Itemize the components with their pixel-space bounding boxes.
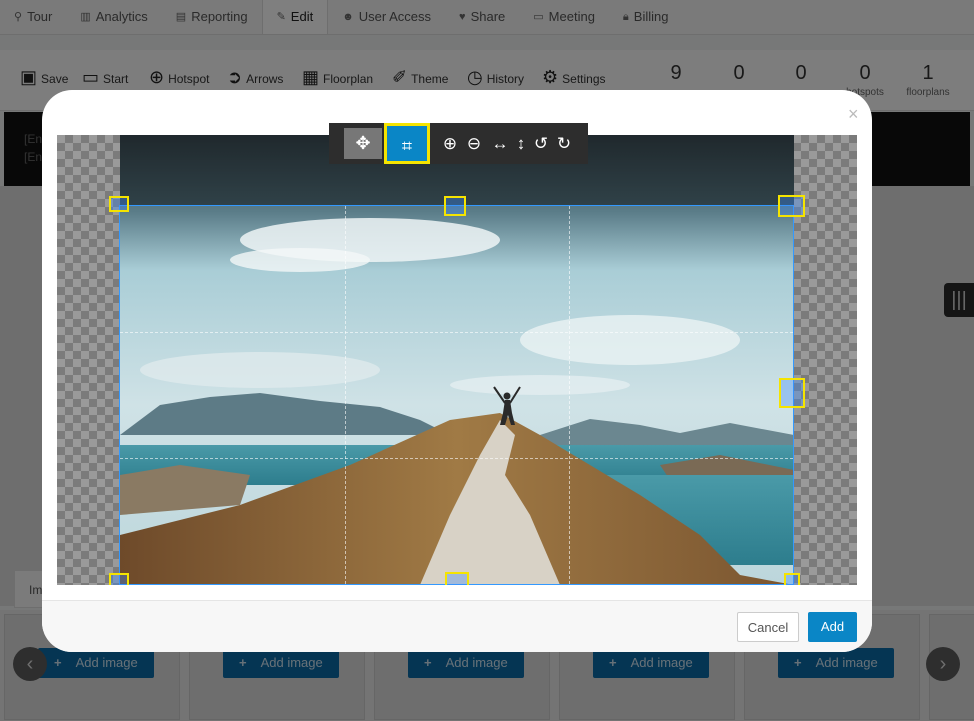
move-mode-button[interactable]: ✥ — [344, 128, 382, 159]
rotate-left-icon: ↺ — [533, 134, 549, 153]
zoom-in-icon: ⊕ — [442, 134, 458, 153]
crop-handle-top-left[interactable] — [109, 196, 129, 212]
crop-handle-top-right[interactable] — [778, 195, 805, 217]
flip-vertical-icon: ↕ — [516, 134, 526, 153]
flip-horizontal-button[interactable]: ↔ — [489, 128, 511, 159]
crop-guide-line — [345, 206, 346, 584]
crop-image-modal: × ✥ ⌗ ⊕ ⊖ ↔ ↕ ↺ ↻ Cancel Add — [42, 90, 872, 652]
flip-vertical-button[interactable]: ↕ — [510, 128, 532, 159]
crop-mode-button[interactable]: ⌗ — [384, 123, 430, 164]
flip-horizontal-icon: ↔ — [491, 134, 509, 153]
crop-guide-line — [120, 458, 793, 459]
crop-selection-box[interactable] — [119, 205, 794, 585]
add-button[interactable]: Add — [808, 612, 857, 642]
crop-handle-top[interactable] — [444, 196, 466, 216]
rotate-left-button[interactable]: ↺ — [530, 128, 552, 159]
crop-guide-line — [120, 332, 793, 333]
move-icon: ✥ — [355, 133, 371, 153]
crop-canvas[interactable] — [57, 135, 857, 585]
modal-footer: Cancel Add — [42, 600, 872, 652]
rotate-right-icon: ↻ — [556, 134, 572, 153]
crop-handle-bottom[interactable] — [445, 572, 469, 585]
cancel-button[interactable]: Cancel — [737, 612, 799, 642]
crop-handle-bottom-right[interactable] — [784, 573, 800, 585]
zoom-out-icon: ⊖ — [466, 134, 482, 153]
close-button[interactable]: × — [848, 104, 859, 125]
zoom-out-button[interactable]: ⊖ — [463, 128, 485, 159]
zoom-in-button[interactable]: ⊕ — [439, 128, 461, 159]
crop-guide-line — [569, 206, 570, 584]
crop-handle-bottom-left[interactable] — [109, 573, 129, 585]
crop-handle-right[interactable] — [779, 378, 805, 408]
rotate-right-button[interactable]: ↻ — [553, 128, 575, 159]
crop-toolbar: ✥ ⌗ ⊕ ⊖ ↔ ↕ ↺ ↻ — [329, 123, 588, 164]
crop-icon: ⌗ — [401, 136, 413, 156]
